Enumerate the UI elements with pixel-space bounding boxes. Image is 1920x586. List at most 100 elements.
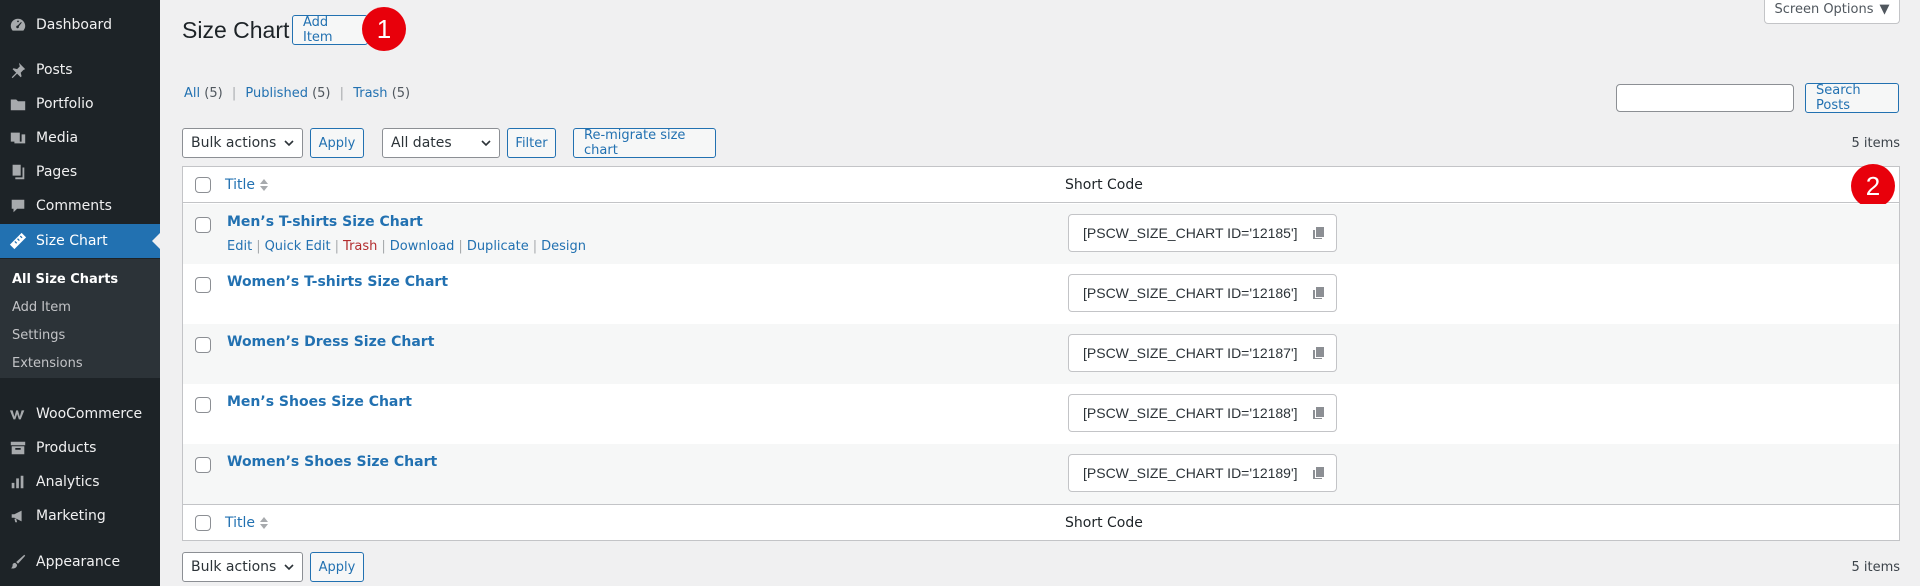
select-all-checkbox-footer[interactable] [195, 515, 211, 531]
row-action-design[interactable]: Design [541, 239, 586, 254]
filter-button[interactable]: Filter [507, 128, 556, 158]
page-title: Size Chart [182, 17, 290, 43]
items-count-bottom: 5 items [1851, 560, 1900, 575]
menu-appearance[interactable]: Appearance [0, 545, 160, 579]
bulk-actions-select-top[interactable]: Bulk actions [182, 128, 303, 158]
shortcode-value: [PSCW_SIZE_CHART ID='12186'] [1083, 285, 1298, 301]
menu-products[interactable]: Products [0, 431, 160, 465]
table-row: Men’s T-shirts Size Chart Edit | Quick Edi… [183, 204, 1899, 264]
shortcode-field[interactable]: [PSCW_SIZE_CHART ID='12187'] [1068, 334, 1337, 372]
table-footer: Title Short Code [183, 504, 1899, 540]
shortcode-value: [PSCW_SIZE_CHART ID='12189'] [1083, 465, 1298, 481]
menu-posts[interactable]: Posts [0, 53, 160, 87]
menu-woocommerce[interactable]: WooCommerce [0, 397, 160, 431]
row-title-link[interactable]: Women’s T-shirts Size Chart [227, 274, 448, 290]
chevron-down-icon [284, 564, 294, 571]
select-all-checkbox[interactable] [195, 177, 211, 193]
dashboard-icon [0, 16, 36, 34]
table-row: Women’s Dress Size Chart [PSCW_SIZE_CHAR… [183, 324, 1899, 384]
main-content: Size Chart Add Item 1 Screen Options ▼ A… [160, 0, 1920, 586]
column-title-sort-footer[interactable]: Title [225, 515, 269, 531]
menu-comments[interactable]: Comments [0, 189, 160, 223]
shortcode-field[interactable]: [PSCW_SIZE_CHART ID='12188'] [1068, 394, 1337, 432]
submenu-settings[interactable]: Settings [12, 328, 65, 343]
folder-icon [0, 95, 36, 113]
sort-icon [260, 179, 269, 191]
row-title-link[interactable]: Men’s T-shirts Size Chart [227, 214, 423, 230]
table-row: Women’s T-shirts Size Chart [PSCW_SIZE_C… [183, 264, 1899, 324]
screen-options-toggle[interactable]: Screen Options ▼ [1764, 0, 1900, 24]
menu-label: Dashboard [36, 17, 112, 33]
add-item-button[interactable]: Add Item [292, 15, 368, 45]
row-checkbox[interactable] [195, 457, 211, 473]
comment-icon [0, 197, 36, 215]
row-action-quick-edit[interactable]: Quick Edit [265, 239, 331, 254]
menu-label: Analytics [36, 474, 100, 490]
menu-analytics[interactable]: Analytics [0, 465, 160, 499]
row-checkbox[interactable] [195, 277, 211, 293]
search-posts-button[interactable]: Search Posts [1805, 83, 1899, 113]
menu-media[interactable]: Media [0, 121, 160, 155]
media-icon [0, 129, 36, 147]
submenu-all-size-charts[interactable]: All Size Charts [12, 272, 118, 287]
filter-published-label: Published [245, 86, 308, 101]
copy-icon[interactable] [1312, 466, 1326, 480]
archive-icon [0, 439, 36, 457]
menu-pages[interactable]: Pages [0, 155, 160, 189]
filter-all[interactable]: All [184, 86, 200, 101]
bulk-actions-select-bottom[interactable]: Bulk actions [182, 552, 303, 582]
menu-portfolio[interactable]: Portfolio [0, 87, 160, 121]
shortcode-field[interactable]: [PSCW_SIZE_CHART ID='12185'] [1068, 214, 1337, 252]
shortcode-field[interactable]: [PSCW_SIZE_CHART ID='12189'] [1068, 454, 1337, 492]
apply-button-top[interactable]: Apply [310, 128, 364, 158]
caret-down-icon: ▼ [1879, 2, 1890, 17]
filter-trash-label: Trash [353, 86, 388, 101]
copy-icon[interactable] [1312, 346, 1326, 360]
annotation-marker-2: 2 [1851, 164, 1895, 208]
screen-options-label: Screen Options [1774, 2, 1874, 17]
menu-dashboard[interactable]: Dashboard [0, 8, 160, 42]
megaphone-icon [0, 507, 36, 525]
table-row: Men’s Shoes Size Chart [PSCW_SIZE_CHART … [183, 384, 1899, 444]
row-checkbox[interactable] [195, 217, 211, 233]
copy-icon[interactable] [1312, 226, 1326, 240]
status-filters: All (5) | Published (5) | Trash (5) [184, 86, 410, 101]
menu-label: Media [36, 130, 79, 146]
remigrate-size-chart-button[interactable]: Re-migrate size chart [573, 128, 716, 158]
items-count-top: 5 items [1851, 136, 1900, 151]
menu-label: Pages [36, 164, 78, 180]
shortcode-value: [PSCW_SIZE_CHART ID='12188'] [1083, 405, 1298, 421]
submenu-extensions[interactable]: Extensions [12, 356, 83, 371]
row-title-link[interactable]: Women’s Shoes Size Chart [227, 454, 437, 470]
row-checkbox[interactable] [195, 337, 211, 353]
shortcode-field[interactable]: [PSCW_SIZE_CHART ID='12186'] [1068, 274, 1337, 312]
column-title-label: Title [225, 177, 256, 193]
row-checkbox[interactable] [195, 397, 211, 413]
apply-button-bottom[interactable]: Apply [310, 552, 364, 582]
row-action-download[interactable]: Download [390, 239, 455, 254]
menu-marketing[interactable]: Marketing [0, 499, 160, 533]
copy-icon[interactable] [1312, 286, 1326, 300]
menu-label: Appearance [36, 554, 121, 570]
submenu-add-item[interactable]: Add Item [12, 300, 71, 315]
row-action-edit[interactable]: Edit [227, 239, 252, 254]
menu-size-chart[interactable]: Size Chart [0, 224, 160, 258]
row-title-link[interactable]: Women’s Dress Size Chart [227, 334, 434, 350]
column-title-sort[interactable]: Title [225, 177, 269, 193]
search-input[interactable] [1616, 84, 1794, 112]
separator: | [231, 86, 237, 101]
brush-icon [0, 553, 36, 571]
row-action-duplicate[interactable]: Duplicate [467, 239, 529, 254]
chevron-down-icon [284, 140, 294, 147]
row-action-trash[interactable]: Trash [343, 239, 377, 254]
row-title-link[interactable]: Men’s Shoes Size Chart [227, 394, 412, 410]
column-title-label: Title [225, 515, 256, 531]
bulk-actions-value: Bulk actions [191, 135, 277, 151]
date-filter-select[interactable]: All dates [382, 128, 500, 158]
row-actions: Edit | Quick Edit | Trash | Download | Duplicate… [227, 239, 587, 254]
woo-icon [0, 405, 36, 423]
filter-trash[interactable]: Trash [353, 86, 387, 101]
filter-published[interactable]: Published [245, 86, 308, 101]
date-filter-value: All dates [391, 135, 452, 151]
copy-icon[interactable] [1312, 406, 1326, 420]
